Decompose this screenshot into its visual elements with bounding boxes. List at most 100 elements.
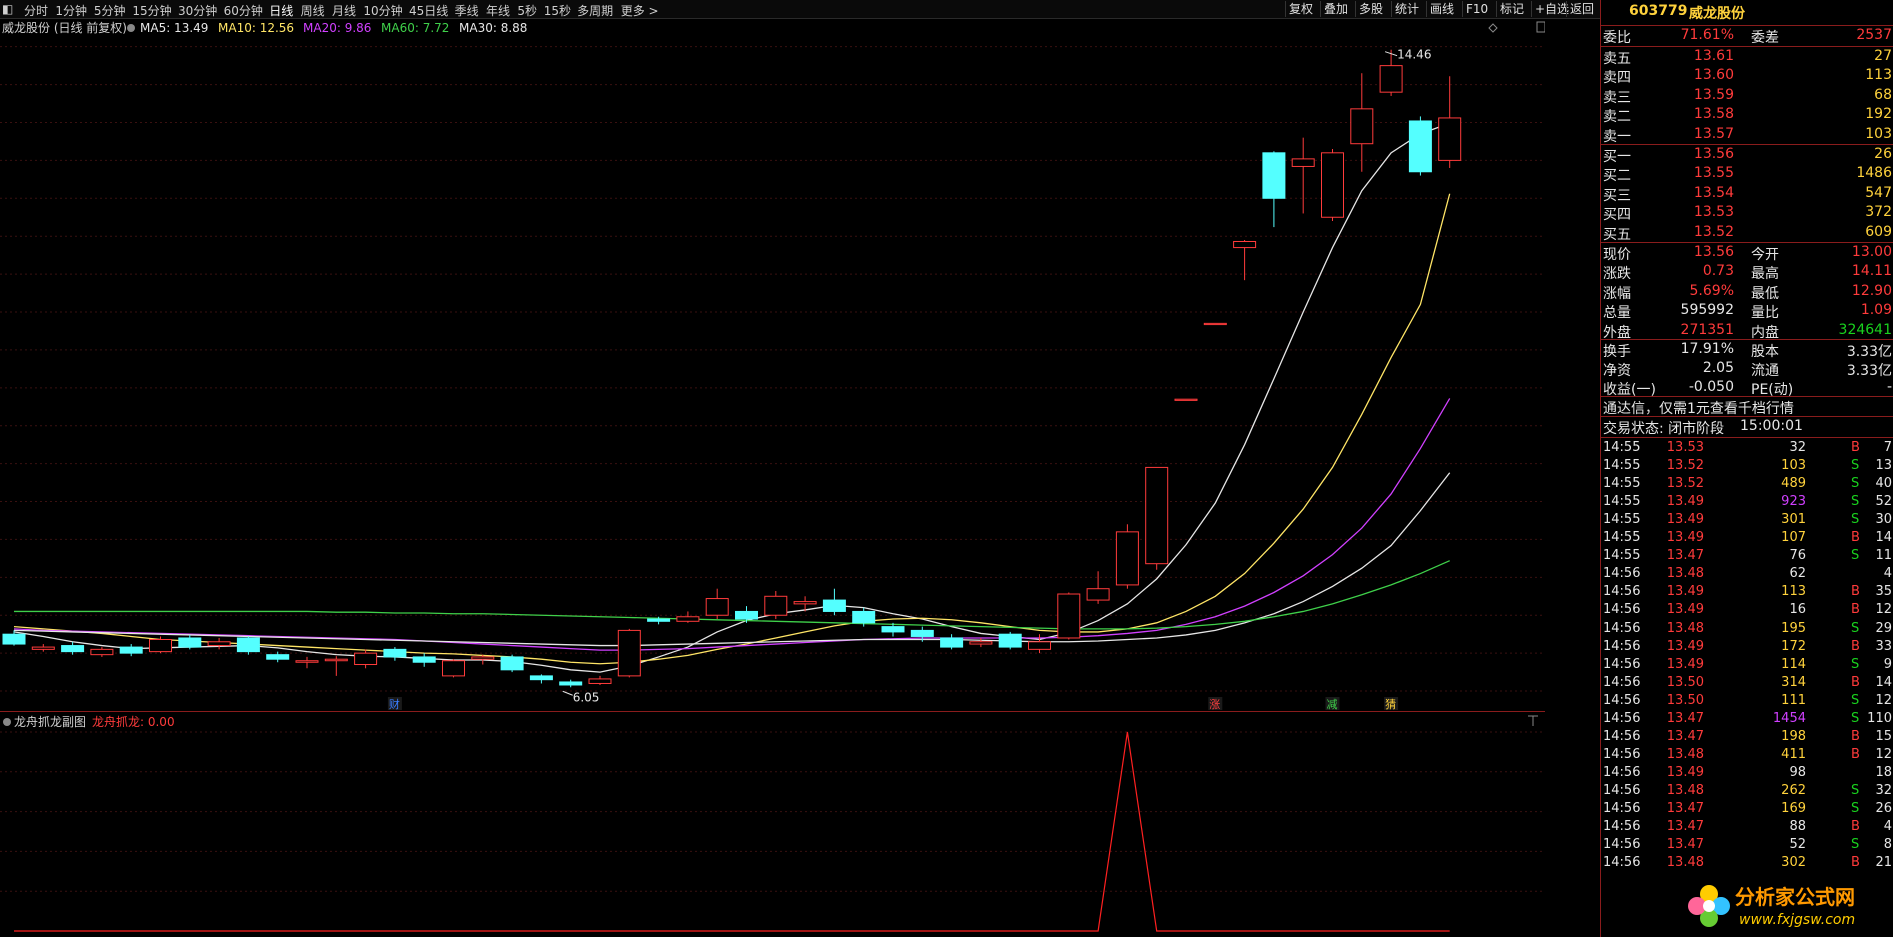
period-tab-13[interactable]: 5秒 — [517, 2, 537, 19]
tick-count: 8 — [1883, 837, 1892, 853]
weibi-row: 委比 71.61% 委差 2537 — [1601, 26, 1893, 46]
tick-side: B — [1851, 602, 1860, 618]
toolbar-button-8[interactable]: 返回 — [1566, 1, 1597, 17]
tick-count: 13 — [1875, 458, 1892, 474]
toolbar-button-2[interactable]: 多股 — [1355, 1, 1386, 17]
settings-dot-icon[interactable] — [127, 24, 135, 32]
ask-price: 13.59 — [1693, 86, 1734, 103]
tick-row: 14:56 13.48 411 B 12 — [1601, 746, 1893, 764]
toolbar-button-4[interactable]: 画线 — [1426, 1, 1457, 17]
ad-text[interactable]: 通达信，仅需1元查看千档行情 — [1603, 398, 1794, 418]
tick-count: 33 — [1875, 638, 1892, 654]
period-tab-8[interactable]: 月线 — [332, 2, 356, 19]
candles — [2, 49, 1462, 688]
low-marker — [562, 690, 573, 696]
tick-side: S — [1851, 458, 1860, 474]
candle-body — [793, 601, 817, 605]
tick-time: 14:56 — [1603, 801, 1641, 816]
indicator-chart[interactable]: 1.000.800.600.400.20龙舟抓龙副图龙舟抓龙: 0.00 — [0, 711, 1545, 937]
event-marker[interactable]: 猜 — [1385, 698, 1396, 710]
scroll-handle-icon[interactable] — [1536, 21, 1545, 33]
tick-row: 14:56 13.50 111 S 12 — [1601, 692, 1893, 710]
toolbar-button-3[interactable]: 统计 — [1391, 1, 1422, 17]
ad-banner[interactable]: 通达信，仅需1元查看千档行情 — [1601, 397, 1893, 418]
candle-body — [383, 648, 407, 658]
period-tab-2[interactable]: 5分钟 — [94, 2, 126, 19]
event-marker[interactable]: 减 — [1327, 698, 1338, 710]
stock-code: 603779 — [1629, 3, 1688, 19]
ma-line-ma10 — [13, 193, 1451, 665]
tick-row: 14:56 13.47 169 S 26 — [1601, 800, 1893, 818]
period-tab-10[interactable]: 45日线 — [409, 2, 448, 19]
toolbar-button-0[interactable]: 复权 — [1285, 1, 1316, 17]
tick-row: 14:56 13.49 113 B 35 — [1601, 583, 1893, 601]
tick-volume: 76 — [1789, 548, 1806, 564]
period-tab-11[interactable]: 季线 — [455, 2, 479, 19]
period-tab-5[interactable]: 60分钟 — [224, 2, 263, 19]
trade-status-time: 15:00:01 — [1740, 418, 1803, 434]
tick-price: 13.47 — [1666, 728, 1704, 744]
period-tab-15[interactable]: 多周期 — [577, 2, 613, 19]
tick-volume: 411 — [1781, 746, 1806, 762]
stat-row: 收益(一) -0.050 PE(动) - — [1601, 378, 1893, 398]
trade-status: 交易状态: 闭市阶段 15:00:01 — [1601, 417, 1893, 437]
candle-body — [1203, 322, 1227, 326]
flower-icon — [1688, 885, 1730, 927]
candle-body — [1379, 65, 1403, 93]
tick-price: 13.48 — [1666, 566, 1704, 582]
toolbar-button-5[interactable]: F10 — [1462, 1, 1491, 17]
event-marker[interactable]: 财 — [389, 697, 400, 710]
bid-row: 买三 13.54 547 — [1601, 184, 1893, 204]
candle-body — [1408, 120, 1432, 173]
tick-side: S — [1851, 548, 1860, 564]
toolbar-button-6[interactable]: 标记 — [1496, 1, 1527, 17]
tick-price: 13.48 — [1666, 620, 1704, 636]
period-tab-4[interactable]: 30分钟 — [178, 2, 217, 19]
indicator-add-icon[interactable] — [1528, 715, 1538, 726]
diamond-icon[interactable] — [1488, 23, 1498, 33]
candle-body — [1291, 158, 1315, 167]
event-marker[interactable]: 涨 — [1209, 698, 1220, 710]
kline-chart[interactable]: 14.5014.0013.5013.0012.5012.0011.5011.00… — [0, 18, 1545, 710]
tick-volume: 111 — [1781, 692, 1806, 708]
indicator-value: 龙舟抓龙: 0.00 — [92, 715, 175, 729]
period-tab-14[interactable]: 15秒 — [544, 2, 571, 19]
tick-count: 52 — [1875, 494, 1892, 510]
period-tab-16[interactable]: 更多 > — [621, 2, 659, 19]
tick-row: 14:56 13.48 195 S 29 — [1601, 620, 1893, 638]
period-tab-3[interactable]: 15分钟 — [132, 2, 171, 19]
indicator-settings-icon[interactable] — [3, 718, 11, 726]
period-tab-0[interactable]: 分时 — [24, 2, 48, 19]
tick-count: 15 — [1875, 728, 1892, 744]
tick-volume: 103 — [1781, 458, 1806, 474]
ma-label: MA10: 12.56 — [218, 21, 294, 35]
period-tab-7[interactable]: 周线 — [301, 2, 325, 19]
tick-side: S — [1851, 620, 1860, 636]
period-tab-9[interactable]: 10分钟 — [363, 2, 402, 19]
toolbar-button-1[interactable]: 叠加 — [1320, 1, 1351, 17]
candle-body — [647, 618, 671, 622]
toolbar-menu-icon[interactable]: ◧ — [2, 2, 13, 16]
ask-volume: 103 — [1865, 125, 1892, 142]
stat-row: 现价 13.56 今开 13.00 — [1601, 243, 1893, 263]
watermark-title: 分析家公式网 — [1735, 885, 1855, 909]
tick-side: S — [1851, 512, 1860, 528]
tick-side: S — [1851, 494, 1860, 510]
tick-row: 14:56 13.47 1454 S 110 — [1601, 710, 1893, 728]
stat-label: 最低 — [1751, 285, 1779, 302]
tick-row: 14:56 13.48 262 S 32 — [1601, 782, 1893, 800]
tick-time: 14:56 — [1603, 819, 1641, 835]
ask-row: 卖五 13.61 27 — [1601, 47, 1893, 67]
tick-side: B — [1851, 638, 1860, 654]
tick-side: B — [1851, 746, 1860, 762]
period-tab-12[interactable]: 年线 — [486, 2, 510, 19]
ask-label: 卖二 — [1603, 109, 1631, 126]
period-tab-1[interactable]: 1分钟 — [55, 2, 87, 19]
tick-price: 13.50 — [1666, 674, 1704, 690]
tick-time: 14:56 — [1603, 782, 1641, 798]
bid-price: 13.56 — [1693, 146, 1734, 162]
period-tab-6[interactable]: 日线 — [269, 2, 293, 19]
tick-side: S — [1851, 710, 1860, 726]
weicha-value: 2537 — [1856, 27, 1892, 43]
candle-body — [61, 645, 85, 653]
